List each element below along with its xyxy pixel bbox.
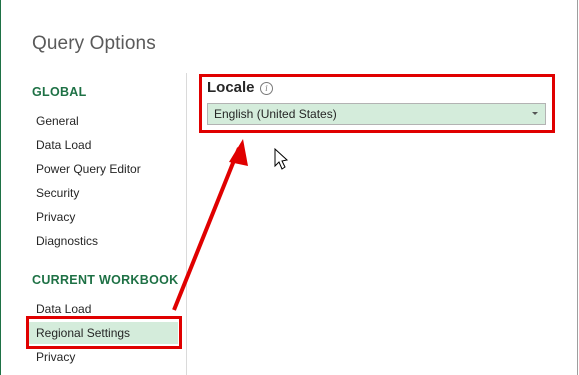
mouse-cursor-icon [274, 147, 289, 170]
annotation-arrow [172, 147, 241, 311]
annotation-overlay [172, 139, 289, 311]
annotation-arrowhead [229, 139, 248, 166]
